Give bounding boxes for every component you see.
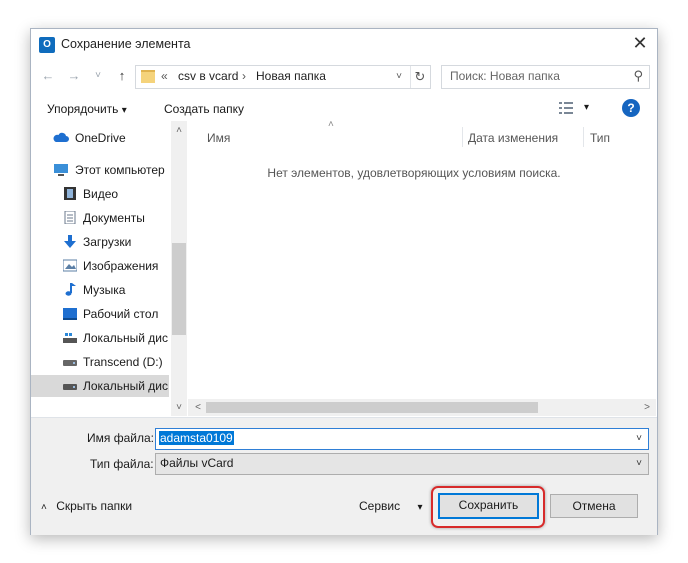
desktop-icon	[63, 308, 77, 320]
filename-value[interactable]: adamsta0109	[159, 431, 234, 445]
folder-icon	[141, 70, 155, 83]
search-icon[interactable]: ⚲	[633, 68, 643, 84]
pictures-icon	[63, 259, 77, 272]
breadcrumb-item[interactable]: Новая папка	[256, 69, 326, 83]
column-header-date[interactable]: Дата изменения	[468, 131, 558, 145]
scrollbar-thumb[interactable]	[206, 402, 538, 413]
sidebar-item-pictures[interactable]: Изображения	[31, 255, 169, 277]
address-dropdown-button[interactable]: ˅	[390, 66, 408, 88]
sidebar-item-label: Локальный дис	[83, 379, 168, 393]
filetype-label: Тип файла:	[90, 457, 154, 471]
sidebar-item-transcend[interactable]: Transcend (D:)	[31, 351, 169, 373]
music-icon	[65, 283, 76, 296]
recent-locations-button[interactable]: ˅	[89, 67, 107, 85]
column-header-type[interactable]: Тип	[590, 131, 610, 145]
new-folder-button[interactable]: Создать папку	[164, 102, 244, 116]
sidebar-item-documents[interactable]: Документы	[31, 207, 169, 229]
save-dialog: O Сохранение элемента ✕ ← → ˅ ↑ « csv в …	[30, 28, 658, 535]
video-icon	[64, 187, 76, 200]
sidebar-item-video[interactable]: Видео	[31, 183, 169, 205]
sidebar-item-label: Документы	[83, 211, 145, 225]
view-dropdown-button[interactable]: ▾	[584, 102, 589, 113]
sidebar-scrollbar[interactable]: ˄ ˅	[171, 121, 187, 416]
filename-field[interactable]: adamsta0109 ˅	[155, 428, 649, 450]
drive-icon	[63, 333, 77, 343]
filetype-select[interactable]: Файлы vCard ˅	[155, 453, 649, 475]
hide-folders-button[interactable]: ˄ Скрыть папки	[41, 499, 132, 513]
organize-button[interactable]: Упорядочить ▾	[47, 102, 127, 116]
outlook-icon: O	[39, 37, 55, 53]
sidebar-item-label: Transcend (D:)	[83, 355, 163, 369]
empty-folder-message: Нет элементов, удовлетворяющих условиям …	[267, 166, 561, 180]
documents-icon	[64, 211, 76, 224]
breadcrumb-separator: ›	[242, 69, 246, 83]
tools-label: Сервис	[359, 499, 401, 513]
drive-icon	[63, 360, 77, 366]
search-placeholder: Поиск: Новая папка	[450, 69, 560, 83]
column-header-name[interactable]: Имя	[207, 131, 230, 145]
sidebar-item-music[interactable]: Музыка	[31, 279, 169, 301]
chevron-down-icon: ˅	[636, 458, 642, 469]
forward-button[interactable]: →	[65, 67, 83, 85]
breadcrumb-prefix[interactable]: «	[161, 69, 168, 83]
filename-label: Имя файла:	[87, 431, 154, 445]
sidebar-item-label: Видео	[83, 187, 119, 201]
refresh-button[interactable]: ↻	[410, 66, 429, 88]
sidebar-item-onedrive[interactable]: OneDrive	[31, 127, 169, 149]
breadcrumb-item[interactable]: csv в vcard	[178, 69, 238, 83]
horizontal-scrollbar[interactable]: < >	[188, 399, 656, 416]
sidebar-item-label: Этот компьютер	[75, 163, 165, 177]
sidebar-item-label: Изображения	[83, 259, 159, 273]
scroll-up-button[interactable]: ˄	[171, 125, 187, 136]
chevron-up-icon: ˄	[41, 502, 47, 513]
column-divider[interactable]	[462, 127, 463, 147]
scroll-left-button[interactable]: <	[190, 399, 206, 416]
sidebar-item-local-disk[interactable]: Локальный дис	[31, 375, 169, 397]
tools-button[interactable]: Сервис ▾	[359, 499, 422, 513]
search-input[interactable]: Поиск: Новая папка ⚲	[441, 65, 650, 89]
help-icon[interactable]: ?	[622, 99, 640, 117]
scroll-right-button[interactable]: >	[639, 399, 655, 416]
address-bar[interactable]: « csv в vcard › Новая папка ˅ ↻	[135, 65, 431, 89]
up-button[interactable]: ↑	[113, 67, 131, 85]
chevron-down-icon[interactable]: ˅	[630, 429, 648, 449]
column-divider[interactable]	[583, 127, 584, 147]
sidebar-item-label: Локальный дис	[83, 331, 168, 345]
cloud-icon	[53, 132, 69, 142]
chevron-down-icon: ▾	[417, 502, 423, 513]
scrollbar-thumb[interactable]	[172, 243, 186, 335]
sidebar-item-label: OneDrive	[75, 131, 126, 145]
close-button[interactable]: ✕	[629, 32, 651, 54]
sidebar-item-label: Загрузки	[83, 235, 132, 249]
computer-icon	[54, 164, 68, 176]
hide-folders-label: Скрыть папки	[56, 499, 133, 513]
filetype-value: Файлы vCard	[160, 456, 234, 470]
back-button[interactable]: ←	[39, 67, 57, 85]
sidebar-item-label: Рабочий стол	[83, 307, 159, 321]
drive-icon	[63, 384, 77, 390]
sort-indicator-icon: ˄	[328, 119, 334, 130]
sidebar-item-desktop[interactable]: Рабочий стол	[31, 303, 169, 325]
sidebar-item-local-disk[interactable]: Локальный дис	[31, 327, 169, 349]
view-options-icon[interactable]	[559, 101, 573, 115]
save-button[interactable]: Сохранить	[438, 493, 539, 519]
scroll-down-button[interactable]: ˅	[171, 402, 187, 413]
sidebar-item-label: Музыка	[83, 283, 126, 297]
chevron-down-icon: ▾	[121, 105, 127, 116]
organize-label: Упорядочить	[47, 102, 119, 116]
cancel-button[interactable]: Отмена	[550, 494, 638, 518]
sidebar-item-this-pc[interactable]: Этот компьютер	[31, 159, 169, 181]
save-options-panel: Имя файла: adamsta0109 ˅ Тип файла: Файл…	[31, 417, 657, 535]
file-list[interactable]: ˄ Имя Дата изменения Тип Нет элементов, …	[188, 119, 656, 416]
window-title: Сохранение элемента	[61, 37, 191, 51]
sidebar-item-downloads[interactable]: Загрузки	[31, 231, 169, 253]
navigation-pane: OneDrive Этот компьютер Видео Документы …	[31, 121, 187, 416]
downloads-icon	[64, 235, 76, 248]
